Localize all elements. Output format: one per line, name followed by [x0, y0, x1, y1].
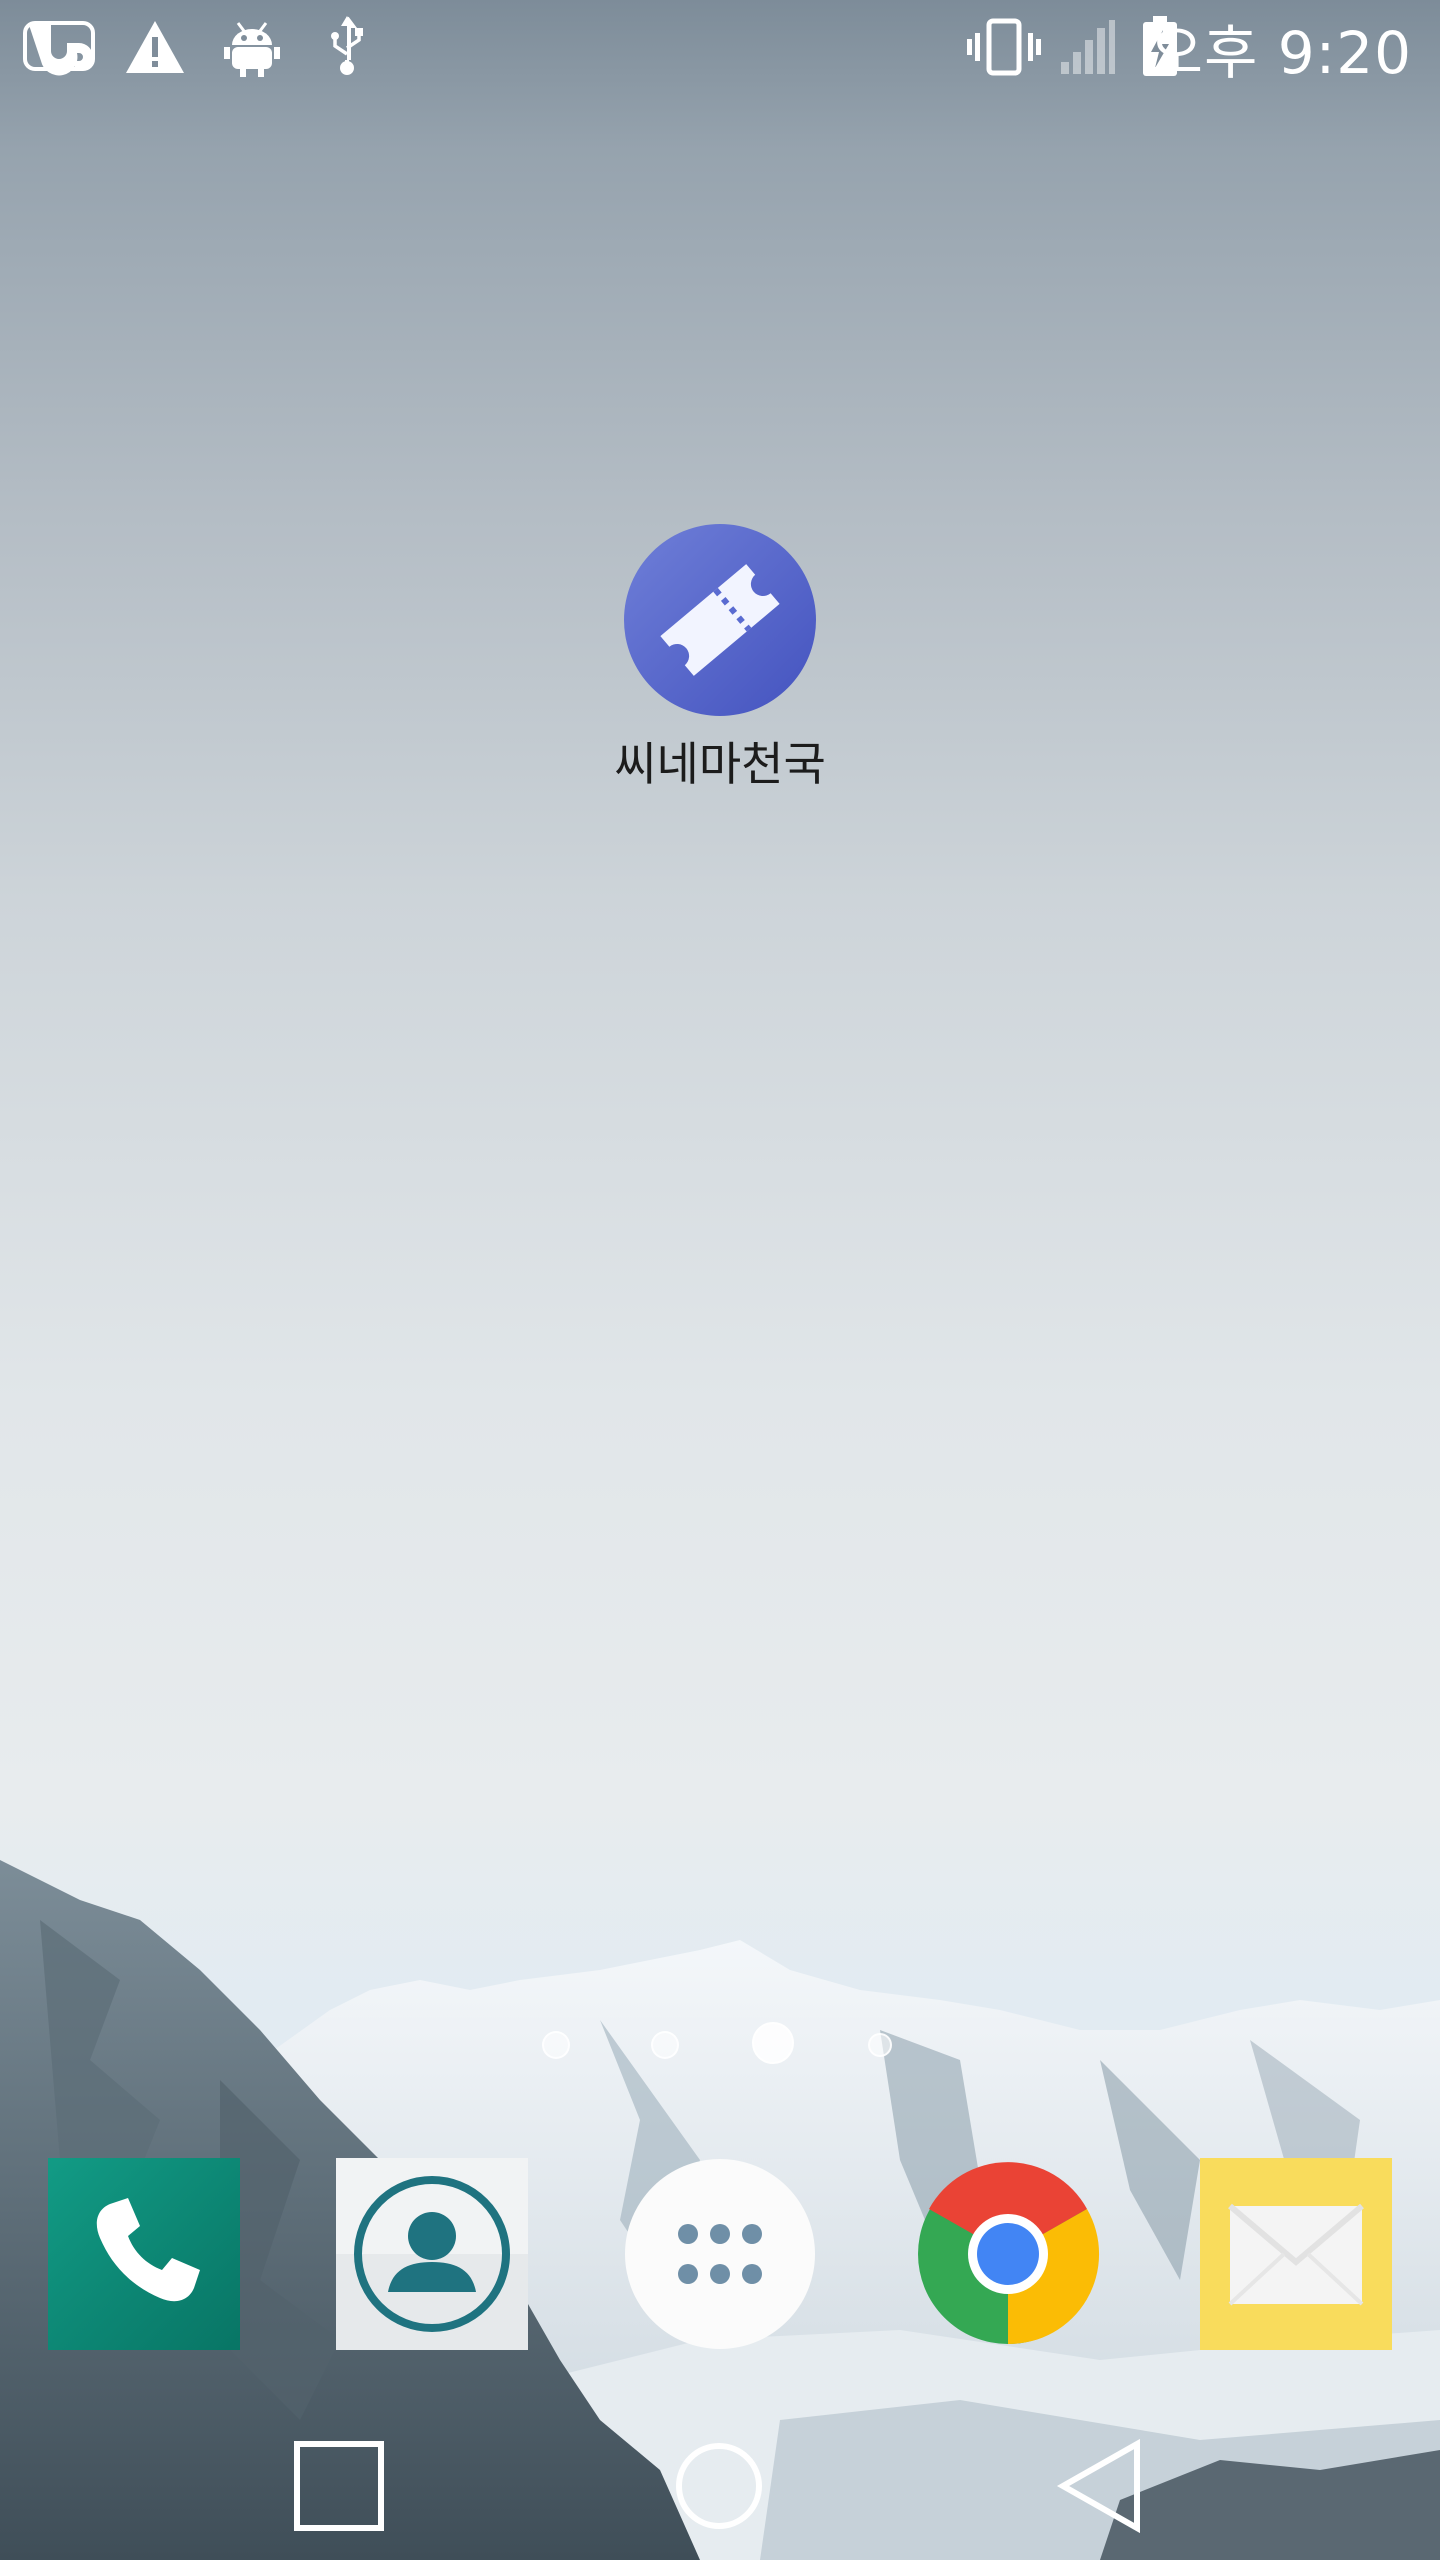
signal-icon	[1058, 14, 1118, 80]
app-label: 씨네마천국	[614, 737, 826, 791]
dock	[0, 2150, 1440, 2360]
chrome-app[interactable]	[912, 2158, 1104, 2350]
usb-icon	[324, 14, 370, 80]
warning-icon	[122, 14, 188, 80]
app-cinema-heaven[interactable]: 씨네마천국	[560, 520, 880, 800]
page-dot-active[interactable]	[752, 2022, 794, 2064]
app-drawer-button[interactable]	[624, 2158, 816, 2350]
home-button[interactable]	[654, 2426, 784, 2546]
clock: 오후 9:20	[1149, 19, 1412, 87]
phone-icon	[48, 2158, 240, 2350]
home-screen: 오후 9:20 씨네마천국	[0, 0, 1440, 2560]
page-indicator[interactable]	[0, 2020, 1440, 2070]
recent-apps-button[interactable]	[274, 2426, 404, 2546]
page-dot[interactable]	[542, 2031, 570, 2059]
contacts-app[interactable]	[336, 2158, 528, 2350]
app-drawer-icon	[625, 2159, 815, 2349]
android-debug-icon	[220, 14, 284, 80]
email-icon	[1200, 2158, 1392, 2350]
vibrate-icon	[966, 14, 1042, 80]
page-dot[interactable]	[868, 2033, 892, 2057]
circle-icon	[676, 2443, 762, 2529]
navigation-bar	[0, 2416, 1440, 2560]
uplus-carrier-icon	[22, 14, 96, 80]
phone-app[interactable]	[48, 2158, 240, 2350]
contacts-icon	[336, 2158, 528, 2350]
square-icon	[294, 2441, 384, 2531]
status-bar: 오후 9:20	[0, 0, 1440, 96]
back-triangle-icon	[1056, 2438, 1140, 2534]
chrome-icon	[918, 2162, 1100, 2345]
email-app[interactable]	[1200, 2158, 1392, 2350]
ticket-icon	[624, 524, 816, 716]
page-dot[interactable]	[651, 2031, 679, 2059]
back-button[interactable]	[1036, 2426, 1166, 2546]
